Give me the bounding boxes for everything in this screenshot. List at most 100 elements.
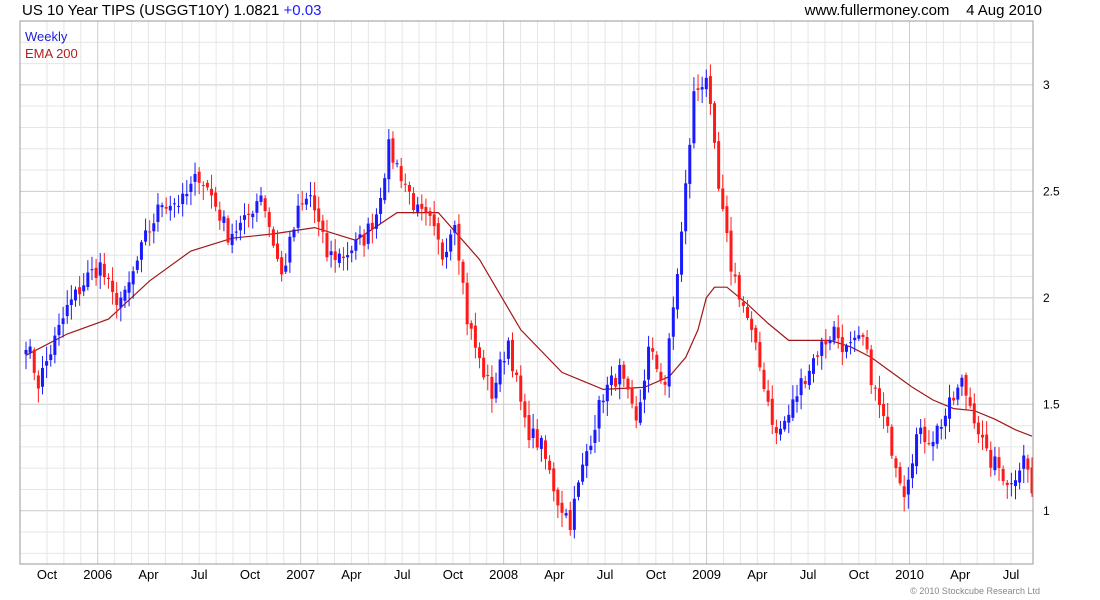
candle-up: [931, 441, 935, 447]
candle-up: [779, 428, 782, 435]
x-tick-label: 2009: [692, 567, 721, 582]
candle-down: [762, 369, 766, 389]
candle-down: [317, 208, 321, 222]
candle-down: [968, 397, 972, 406]
candle-down: [432, 214, 436, 227]
candle-down: [877, 388, 881, 406]
x-tick-label: 2008: [489, 567, 518, 582]
candle-up: [366, 223, 370, 244]
candle-down: [972, 403, 976, 424]
x-tick-label: Apr: [950, 567, 971, 582]
candle-up: [675, 274, 679, 310]
candle-up: [1009, 483, 1013, 485]
candle-down: [106, 277, 110, 280]
candle-down: [519, 375, 523, 402]
candle-up: [585, 451, 589, 466]
candle-down: [721, 188, 725, 210]
candle-down: [511, 339, 515, 372]
candle-up: [597, 399, 601, 429]
candle-up: [853, 337, 857, 341]
candle-down: [766, 390, 770, 402]
candle-up: [358, 234, 362, 238]
candle-down: [816, 355, 820, 357]
candle-down: [713, 103, 717, 143]
x-tick-label: Oct: [646, 567, 667, 582]
candle-down: [865, 337, 869, 350]
candle-up: [308, 195, 312, 197]
candle-up: [906, 479, 910, 495]
candle-up: [688, 144, 692, 184]
candle-up: [379, 197, 383, 214]
candle-up: [193, 173, 197, 182]
candle-up: [828, 340, 832, 344]
x-axis: Oct 2006 Apr Jul Oct 2007 Apr Jul Oct 2008 Apr Jul O…: [37, 567, 1020, 582]
candle-down: [362, 234, 366, 246]
candle-up: [948, 397, 952, 419]
candle-down: [869, 349, 873, 386]
candle-up: [642, 380, 646, 400]
candle-up: [131, 271, 135, 285]
candle-down: [997, 457, 1001, 469]
candle-up: [329, 251, 333, 256]
candle-up: [502, 361, 506, 363]
candle-down: [313, 195, 317, 211]
candle-up: [288, 236, 292, 263]
candle-down: [490, 376, 494, 399]
candle-up: [849, 342, 853, 344]
candle-up: [49, 354, 53, 361]
candle-up: [700, 87, 704, 90]
candle-up: [506, 340, 510, 359]
candle-down: [840, 337, 844, 353]
candle-down: [218, 209, 222, 221]
candle-up: [791, 399, 795, 418]
candle-up: [139, 242, 143, 260]
candle-down: [280, 257, 284, 275]
candle-up: [346, 255, 350, 258]
candle-down: [663, 381, 667, 385]
candle-up: [73, 289, 77, 301]
candle-down: [102, 263, 106, 278]
candle-up: [939, 426, 943, 429]
candle-up: [69, 299, 73, 306]
candle-down: [543, 440, 547, 459]
candle-down: [824, 340, 828, 345]
candle-down: [370, 222, 374, 230]
candle-down: [985, 434, 989, 449]
candle-up: [98, 262, 102, 276]
candle-down: [737, 275, 741, 300]
candle-down: [882, 403, 886, 416]
candle-up: [844, 345, 848, 352]
candle-up: [564, 513, 568, 516]
candle-down: [482, 357, 486, 378]
candle-down: [774, 427, 778, 434]
candle-down: [428, 211, 432, 216]
x-tick-label: Oct: [849, 567, 870, 582]
candle-up: [383, 178, 387, 201]
candle-up: [667, 338, 671, 387]
candle-up: [181, 193, 185, 205]
candle-up: [160, 205, 164, 208]
candle-up: [943, 415, 947, 427]
candle-up: [255, 201, 259, 213]
candle-down: [440, 242, 444, 260]
candle-down: [733, 274, 737, 277]
candle-down: [952, 397, 956, 401]
candle-up: [618, 365, 622, 385]
candle-down: [568, 509, 572, 530]
candle-down: [465, 282, 469, 325]
copyright-text: © 2010 Stockcube Research Ltd: [910, 586, 1040, 596]
candle-down: [478, 347, 482, 359]
candle-down: [420, 203, 424, 209]
candle-up: [857, 335, 861, 339]
candle-up: [65, 304, 69, 317]
candle-down: [325, 233, 329, 258]
candle-down: [548, 460, 552, 471]
candle-up: [374, 214, 378, 229]
candle-down: [391, 138, 395, 163]
candle-up: [704, 77, 708, 90]
candle-up: [230, 233, 234, 246]
candle-up: [189, 183, 193, 192]
candle-up: [638, 402, 642, 423]
candle-down: [923, 426, 927, 443]
candle-down: [276, 243, 279, 259]
